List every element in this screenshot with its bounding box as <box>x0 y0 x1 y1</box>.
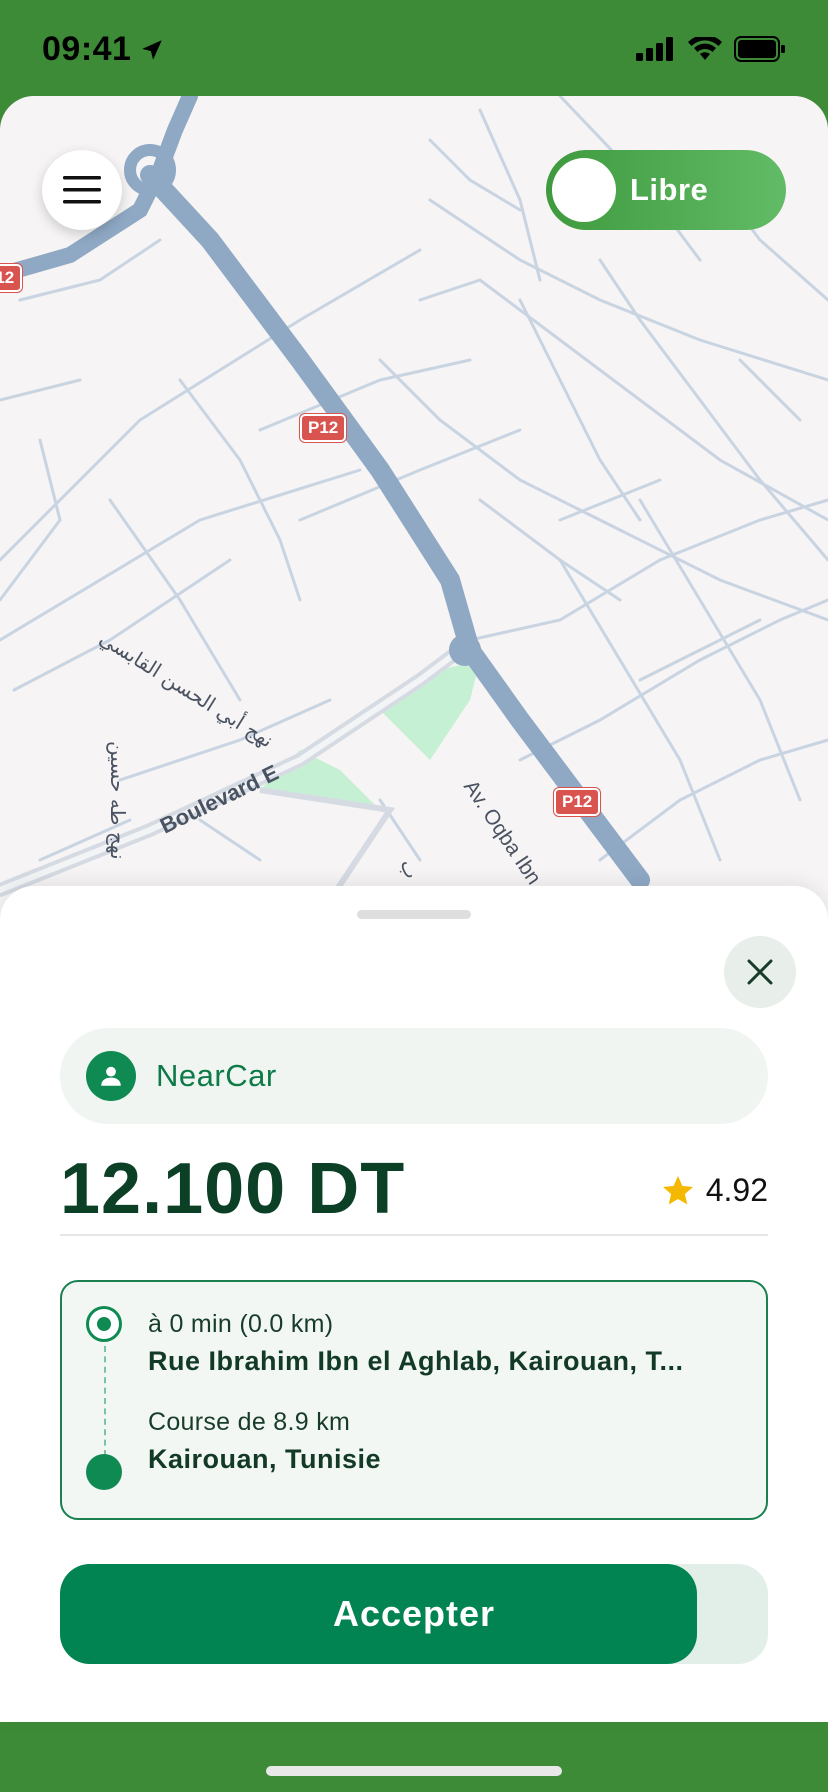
street-label: نهج طه حسين <box>106 741 130 860</box>
customer-rating: 4.92 <box>660 1172 768 1209</box>
road-shield: P12 <box>0 264 23 292</box>
route-connector <box>104 1346 106 1456</box>
star-icon <box>662 1175 693 1204</box>
route-card: à 0 min (0.0 km) Rue Ibrahim Ibn el Aghl… <box>60 1280 768 1520</box>
wifi-icon <box>688 37 722 60</box>
person-icon <box>86 1051 136 1101</box>
clock-text: 09:41 <box>42 30 132 68</box>
close-icon <box>747 959 773 985</box>
pickup-eta: à 0 min (0.0 km) <box>148 1310 334 1338</box>
home-indicator <box>266 1766 562 1776</box>
location-arrow-icon <box>142 39 163 60</box>
road-shield: P12 <box>300 414 347 442</box>
destination-address: Kairouan, Tunisie <box>148 1444 382 1474</box>
menu-button[interactable] <box>42 150 122 230</box>
status-time: 09:41 <box>42 30 165 69</box>
destination-pin-icon <box>86 1454 122 1490</box>
battery-icon <box>734 36 785 62</box>
accept-label: Accepter <box>332 1593 496 1634</box>
toggle-knob <box>552 158 616 222</box>
customer-name: NearCar <box>156 1058 277 1093</box>
trip-distance: Course de 8.9 km <box>148 1408 351 1436</box>
availability-label: Libre <box>630 172 709 207</box>
status-icons <box>636 36 786 62</box>
hamburger-menu-icon <box>63 176 101 204</box>
fare-price: 12.100 DT <box>60 1149 406 1229</box>
divider <box>60 1234 768 1236</box>
ride-request-sheet: NearCar 12.100 DT 4.92 à 0 min (0.0 km) … <box>0 886 828 1722</box>
sheet-drag-handle[interactable] <box>357 910 471 919</box>
pickup-address: Rue Ibrahim Ibn el Aghlab, Kairouan, T..… <box>148 1346 684 1376</box>
accept-progress-track: Accepter <box>60 1564 768 1664</box>
customer-chip: NearCar <box>60 1028 768 1124</box>
close-button[interactable] <box>724 936 796 1008</box>
pickup-pin-icon <box>86 1306 122 1342</box>
status-bar: 09:41 <box>0 0 828 96</box>
rating-value: 4.92 <box>705 1172 768 1208</box>
cellular-signal-icon <box>636 37 673 61</box>
availability-toggle[interactable]: Libre <box>546 150 786 230</box>
road-shield: P12 <box>554 788 601 816</box>
